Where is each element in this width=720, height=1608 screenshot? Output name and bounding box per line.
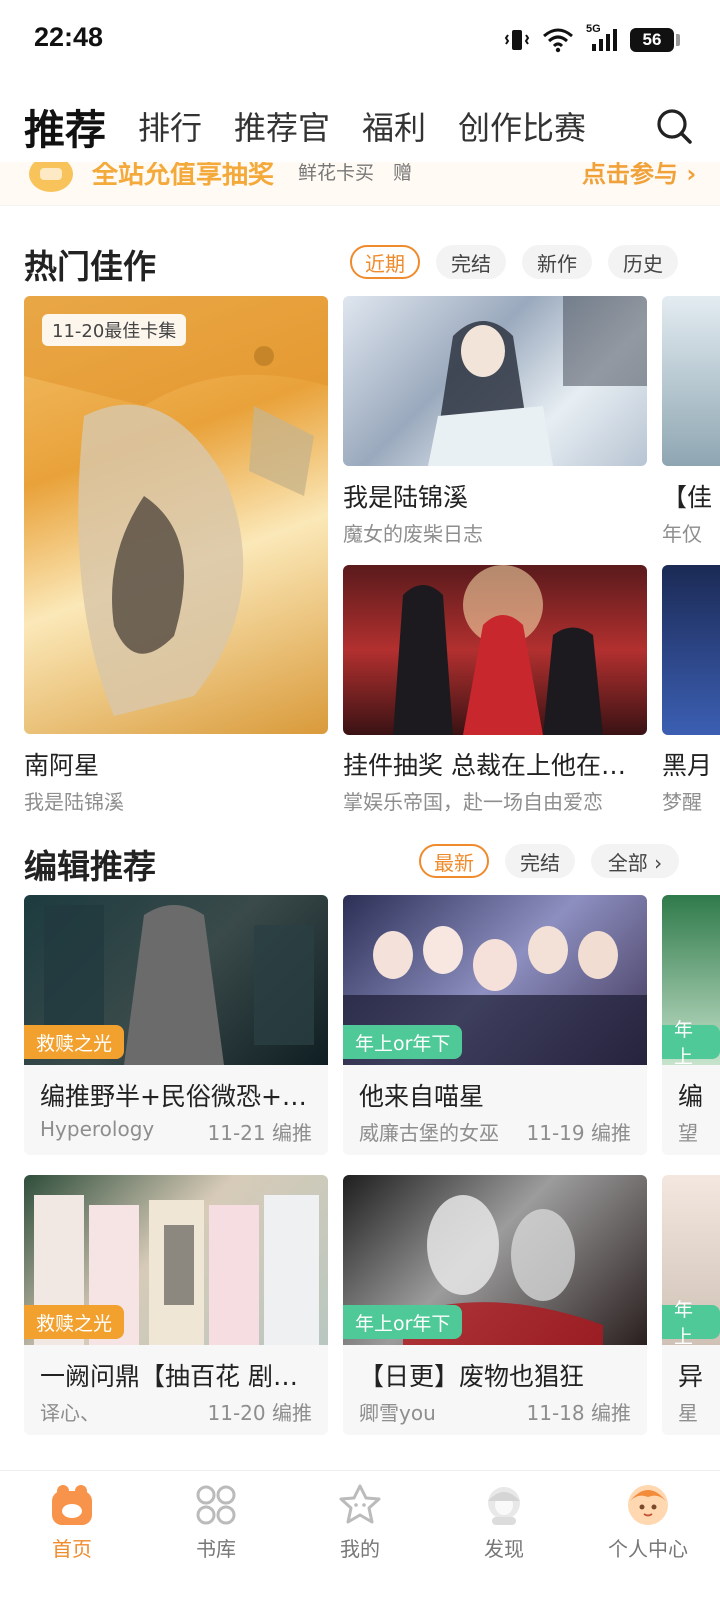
chip-latest[interactable]: 最新 — [419, 844, 489, 878]
editor-card-tag: 救赎之光 — [24, 1305, 125, 1339]
editor-card[interactable]: 救赎之光 编推野半+民俗微恐+… Hyperology 11-21 编推 — [24, 895, 328, 1155]
editor-card-tag: 年上 — [662, 1019, 720, 1068]
hot-item-title[interactable]: 【佳 — [662, 478, 720, 514]
search-icon[interactable] — [654, 106, 694, 146]
mascot-icon — [29, 162, 73, 192]
editor-card[interactable]: 年上 编 望 — [662, 895, 720, 1155]
battery-indicator: 56 — [630, 28, 680, 52]
status-bar: 22:48 5G 56 — [0, 0, 720, 80]
cellular-signal-icon: 5G — [586, 23, 618, 53]
cover-art-illustration — [428, 296, 647, 466]
chip-history[interactable]: 历史 — [608, 245, 678, 279]
tab-recommender[interactable]: 推荐官 — [234, 103, 330, 149]
editor-card-title: 【日更】废物也猖狂 — [359, 1362, 585, 1391]
editor-card-meta: 11-21 编推 — [207, 1121, 312, 1145]
cover-badge: 11-20最佳卡集 — [42, 314, 187, 346]
editor-card[interactable]: 救赎之光 一阙问鼎【抽百花 剧… 译心、 11-20 编推 — [24, 1175, 328, 1435]
promo-banner[interactable]: 全站允值享抽奖 鲜花卡买 赠 点击参与 › — [0, 162, 720, 206]
editor-card[interactable]: 年上or年下 他来自喵星 威廉古堡的女巫 11-19 编推 — [343, 895, 647, 1155]
editor-card-meta: 11-18 编推 — [526, 1401, 631, 1425]
hot-big-title[interactable]: 南阿星 — [24, 746, 328, 782]
profile-avatar-icon — [628, 1485, 668, 1525]
section-title-editor: 编辑推荐 — [24, 847, 156, 886]
section-title-hot: 热门佳作 — [24, 247, 156, 286]
editor-card-meta: 11-20 编推 — [207, 1401, 312, 1425]
cover-art-illustration — [24, 296, 328, 716]
banner-title: 全站允值享抽奖 — [92, 162, 275, 190]
discover-avatar-icon — [488, 1487, 520, 1525]
hot-item-subtitle: 梦醒 — [662, 790, 702, 814]
cover-art-illustration — [393, 565, 603, 735]
editor-card-tag: 年上 — [662, 1299, 720, 1348]
hot-item-subtitle: 掌娱乐帝国，赴一场自由爱恋 — [343, 790, 603, 814]
editor-card-title: 编 — [678, 1082, 704, 1111]
home-paw-icon — [52, 1485, 92, 1525]
star-cat-icon — [339, 1484, 381, 1524]
hot-item-subtitle: 年仅 — [662, 522, 702, 546]
top-nav: 推荐 排行 推荐官 福利 创作比赛 — [0, 88, 720, 164]
tab-welfare[interactable]: 福利 — [362, 103, 426, 149]
tab-label: 书库 — [196, 1537, 236, 1561]
library-grid-icon — [196, 1485, 236, 1525]
editor-card-title: 一阙问鼎【抽百花 剧… — [40, 1362, 298, 1391]
tab-label: 发现 — [484, 1537, 524, 1561]
tab-label: 首页 — [52, 1537, 92, 1561]
battery-level: 56 — [642, 30, 662, 49]
editor-card-author: 卿雪you — [359, 1401, 436, 1425]
chip-finished[interactable]: 完结 — [505, 844, 575, 878]
hot-big-cover[interactable]: 11-20最佳卡集 — [24, 296, 328, 734]
editor-card-meta: 11-19 编推 — [526, 1121, 631, 1145]
editor-card-title: 他来自喵星 — [359, 1082, 485, 1111]
editor-card-author: 望 — [678, 1121, 698, 1145]
editor-card-tag: 年上or年下 — [343, 1025, 463, 1059]
hot-item-cover[interactable] — [662, 565, 720, 735]
banner-subtitle: 鲜花卡买 赠 — [298, 162, 413, 184]
editor-card-tag: 年上or年下 — [343, 1305, 463, 1339]
hot-big-subtitle: 我是陆锦溪 — [24, 790, 124, 814]
hot-item-subtitle: 魔女的废柴日志 — [343, 522, 483, 546]
tab-discover[interactable]: 发现 — [432, 1471, 576, 1571]
tab-mine[interactable]: 我的 — [288, 1471, 432, 1571]
editor-card-author: Hyperology — [40, 1117, 155, 1141]
editor-card[interactable]: 年上or年下 【日更】废物也猖狂 卿雪you 11-18 编推 — [343, 1175, 647, 1435]
chip-all[interactable]: 全部 › — [591, 844, 679, 878]
hot-item-cover[interactable] — [662, 296, 720, 466]
tab-profile[interactable]: 个人中心 — [576, 1471, 720, 1571]
vibrate-icon — [504, 30, 530, 50]
hot-item-title[interactable]: 挂件抽奖 总裁在上他在… — [343, 746, 647, 782]
tab-creation-contest[interactable]: 创作比赛 — [458, 103, 586, 149]
tab-recommend[interactable]: 推荐 — [24, 96, 106, 156]
status-icons: 5G 56 — [504, 23, 680, 56]
chip-finished[interactable]: 完结 — [436, 245, 506, 279]
tab-label: 我的 — [340, 1537, 380, 1561]
wifi-icon — [543, 28, 573, 53]
editor-card-author: 星 — [678, 1401, 698, 1425]
hot-item-cover[interactable] — [343, 565, 647, 735]
tab-library[interactable]: 书库 — [144, 1471, 288, 1571]
editor-card-title: 异 — [678, 1362, 704, 1391]
chip-new[interactable]: 新作 — [522, 245, 592, 279]
hot-item-cover[interactable] — [343, 296, 647, 466]
banner-cta[interactable]: 点击参与 › — [582, 162, 696, 189]
tab-ranking[interactable]: 排行 — [138, 103, 202, 149]
editor-card-author: 威廉古堡的女巫 — [359, 1121, 499, 1145]
editor-card-tag: 救赎之光 — [24, 1025, 125, 1059]
editor-card-title: 编推野半+民俗微恐+… — [40, 1082, 307, 1111]
chip-recent[interactable]: 近期 — [350, 245, 420, 279]
editor-card-author: 译心、 — [40, 1401, 100, 1425]
bottom-tab-bar: 首页 书库 我的 发现 个人中心 — [0, 1470, 720, 1608]
status-time: 22:48 — [34, 22, 104, 52]
tab-label: 个人中心 — [608, 1537, 688, 1561]
editor-card[interactable]: 年上 异 星 — [662, 1175, 720, 1435]
tab-home[interactable]: 首页 — [0, 1471, 144, 1571]
hot-item-title[interactable]: 我是陆锦溪 — [343, 478, 647, 514]
hot-item-title[interactable]: 黑月 — [662, 746, 720, 782]
